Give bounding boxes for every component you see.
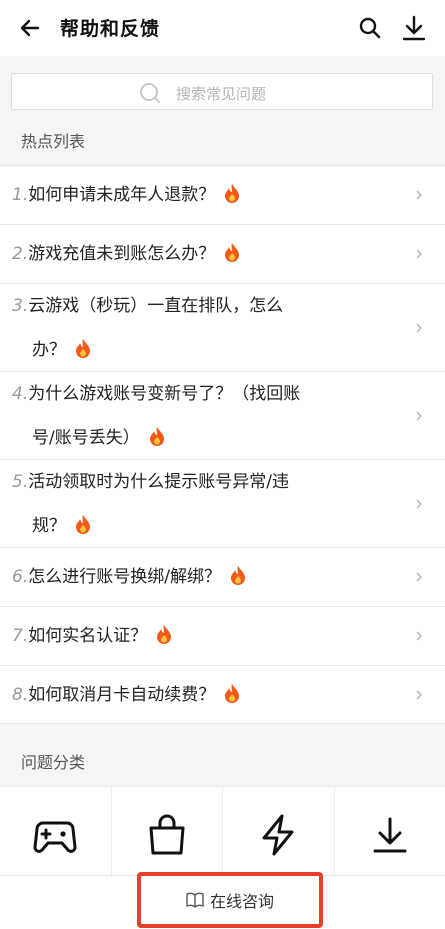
back-arrow-icon[interactable] [18,16,42,40]
gamepad-icon [33,821,77,853]
item-number: 4. [12,384,29,404]
item-number: 3. [12,296,29,316]
hot-list-title: 热点列表 [21,132,86,151]
hot-item-5[interactable]: 5.活动领取时为什么提示账号异常/违 规？ [0,459,445,547]
page-title: 帮助和反馈 [60,18,161,40]
hot-list: 1.如何申请未成年人退款？ 2.游戏充值未到账怎么办？ 3.云游戏（秒玩）一直在… [0,165,445,724]
shopping-bag-icon [149,814,185,855]
item-text: 活动领取时为什么提示账号异常/违 [28,472,289,492]
category-download[interactable] [334,786,445,876]
fire-icon [230,566,245,585]
chevron-right-icon [416,322,423,333]
item-number: 2. [12,244,29,264]
item-number: 1. [12,185,29,205]
chevron-right-icon [416,572,423,582]
item-number: 7. [12,626,29,646]
hot-item-7[interactable]: 7.如何实名认证？ [0,606,445,665]
chevron-right-icon [416,689,423,700]
book-icon [186,892,204,908]
search-icon[interactable] [358,16,382,40]
chevron-right-icon [416,631,423,641]
online-consult-button[interactable]: 在线咨询 [137,872,323,928]
category-title: 问题分类 [21,753,86,772]
bottom-bar: 在线咨询 [0,872,445,929]
fire-icon [225,184,240,203]
hot-item-3[interactable]: 3.云游戏（秒玩）一直在排队，怎么 办？ [0,283,445,371]
item-text: 如何取消月卡自动续费？ [28,685,216,705]
search-placeholder: 搜索常见问题 [176,85,267,103]
category-grid [0,786,445,876]
online-consult-label: 在线咨询 [209,892,274,911]
item-text-continued: 办？ [32,340,66,360]
item-text: 怎么进行账号换绑/解绑？ [28,567,221,587]
help-feedback-screen: 帮助和反馈 搜索常见问题 热点列表 1.如何申请未成年人退款？ 2.游戏充值未到… [0,0,445,929]
lightning-icon [262,814,294,856]
item-number: 8. [12,685,29,705]
chevron-right-icon [416,249,423,259]
category-shop[interactable] [111,786,223,876]
search-input[interactable]: 搜索常见问题 [11,73,433,110]
item-text-continued: 规？ [32,516,66,536]
fire-icon [225,684,240,703]
fire-icon [149,427,164,446]
item-text-continued: 号/账号丢失） [32,428,140,448]
fire-icon [76,515,90,534]
fire-icon [76,339,90,358]
category-cloud-game[interactable] [223,786,335,876]
hot-item-4[interactable]: 4.为什么游戏账号变新号了？（找回账 号/账号丢失） [0,371,445,459]
category-game[interactable] [0,786,112,876]
item-text: 游戏充值未到账怎么办？ [28,244,216,264]
item-text: 如何申请未成年人退款？ [28,185,216,205]
hot-item-2[interactable]: 2.游戏充值未到账怎么办？ [0,224,445,283]
hot-item-1[interactable]: 1.如何申请未成年人退款？ [0,165,445,224]
fire-icon [225,243,240,262]
fire-icon [157,625,172,644]
chevron-right-icon [416,410,423,421]
search-icon [140,83,160,103]
item-text: 云游戏（秒玩）一直在排队，怎么 [28,296,284,316]
search-area: 搜索常见问题 [0,56,445,116]
download-icon[interactable] [401,14,427,42]
item-text: 如何实名认证？ [28,626,148,646]
item-number: 6. [12,567,29,587]
chevron-right-icon [416,190,423,200]
hot-item-8[interactable]: 8.如何取消月卡自动续费？ [0,665,445,724]
item-text: 为什么游戏账号变新号了？（找回账 [28,384,301,404]
header-bar: 帮助和反馈 [0,0,445,56]
item-number: 5. [12,472,29,492]
download-icon [373,817,407,853]
hot-item-6[interactable]: 6.怎么进行账号换绑/解绑？ [0,547,445,606]
chevron-right-icon [416,498,423,509]
